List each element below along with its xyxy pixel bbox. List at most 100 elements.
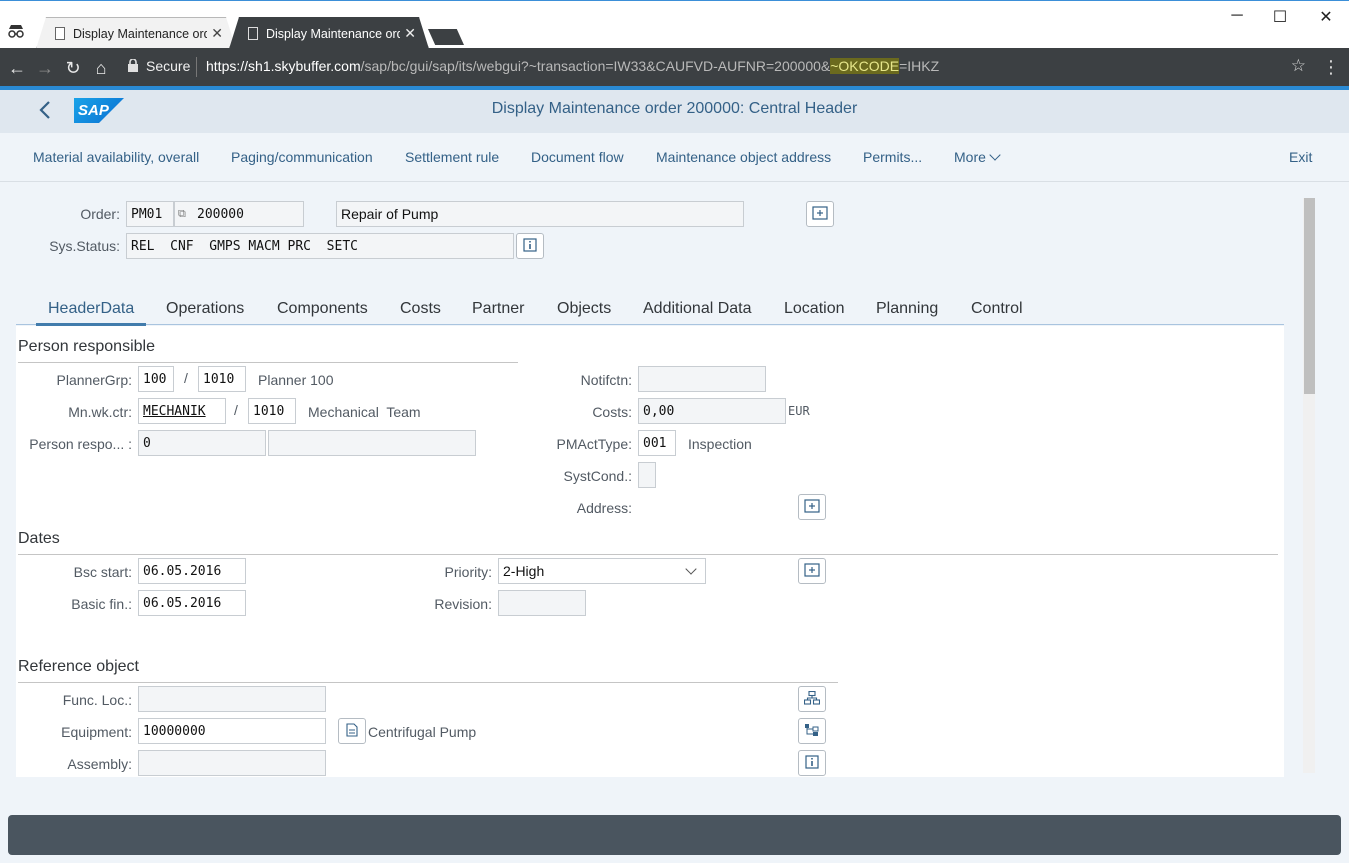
notification-field[interactable] [638, 366, 766, 392]
document-flow-button[interactable]: Document flow [531, 149, 624, 165]
revision-field[interactable] [498, 590, 586, 616]
equipment-field[interactable]: 10000000 [138, 718, 326, 744]
basic-start-field[interactable]: 06.05.2016 [138, 558, 246, 584]
person-name-field[interactable] [268, 430, 476, 456]
basic-finish-field[interactable]: 06.05.2016 [138, 590, 246, 616]
tab-costs[interactable]: Costs [400, 300, 441, 318]
status-field[interactable]: REL CNF GMPS MACM PRC SETC [126, 233, 514, 259]
planner-plant-field[interactable]: 1010 [198, 366, 246, 392]
new-tab-button[interactable] [428, 29, 464, 45]
omnibox-divider [196, 57, 197, 77]
tab-components[interactable]: Components [277, 300, 368, 318]
home-icon[interactable]: ⌂ [90, 57, 112, 79]
notification-label: Notifctn: [580, 372, 632, 388]
costs-label: Costs: [592, 404, 632, 420]
equipment-text: Centrifugal Pump [368, 724, 477, 740]
minimize-icon[interactable]: ─ [1214, 7, 1260, 27]
permits-button[interactable]: Permits... [863, 149, 922, 165]
more-button[interactable]: More [954, 149, 1001, 165]
incognito-icon [6, 23, 26, 43]
address-label: Address: [576, 500, 632, 516]
close-icon[interactable]: ✕ [211, 25, 223, 42]
currency-text: EUR [788, 404, 810, 418]
pm-activity-type-text: Inspection [688, 436, 752, 452]
tab-location[interactable]: Location [784, 300, 845, 318]
application-toolbar: Material availability, overall Paging/co… [0, 133, 1349, 182]
copy-icon: ⧉ [178, 208, 186, 220]
status-info-icon[interactable] [516, 233, 544, 259]
order-label: Order: [80, 206, 120, 222]
planner-text: Planner 100 [258, 372, 334, 388]
shell-bar: Display Maintenance order 200000: Centra… [0, 90, 1349, 133]
browser-tab-active[interactable]: Display Maintenance order 200000: Centra… [229, 17, 429, 49]
functional-location-field[interactable] [138, 686, 326, 712]
maintenance-object-address-button[interactable]: Maintenance object address [656, 149, 831, 165]
section-divider [18, 682, 838, 683]
structure-icon[interactable] [798, 718, 826, 744]
page-icon [248, 27, 258, 40]
assembly-info-icon[interactable] [798, 750, 826, 776]
browser-menu-icon[interactable]: ⋮ [1322, 57, 1340, 78]
more-label: More [954, 149, 986, 165]
costs-field[interactable]: 0,00 [638, 398, 786, 424]
exit-button[interactable]: Exit [1289, 149, 1312, 165]
material-availability-button[interactable]: Material availability, overall [33, 149, 199, 165]
browser-tab[interactable]: Display Maintenance order 200000: Centra… [36, 17, 236, 49]
long-text-icon[interactable] [806, 201, 834, 227]
page-title: Display Maintenance order 200000: Centra… [491, 100, 858, 117]
footer-bar [8, 815, 1341, 855]
reload-icon[interactable]: ↻ [62, 57, 84, 79]
url-input[interactable]: Secure https://sh1.skybuffer.com/sap/bc/… [122, 53, 1314, 81]
paging-communication-button[interactable]: Paging/communication [231, 149, 373, 165]
equipment-document-icon[interactable] [338, 718, 366, 744]
chevron-down-icon [685, 563, 697, 575]
hierarchy-icon[interactable] [798, 686, 826, 712]
tab-objects[interactable]: Objects [557, 300, 611, 318]
order-type-field[interactable]: PM01 [126, 201, 174, 227]
pm-activity-type-field[interactable]: 001 [638, 430, 676, 456]
forward-arrow-icon[interactable]: → [34, 57, 56, 79]
work-center-field[interactable]: MECHANIK [138, 398, 226, 424]
assembly-field[interactable] [138, 750, 326, 776]
window-close-icon[interactable]: ✕ [1303, 7, 1349, 27]
tab-additional-data[interactable]: Additional Data [643, 300, 752, 318]
work-center-plant-field[interactable]: 1010 [248, 398, 296, 424]
section-title-dates: Dates [18, 530, 60, 547]
system-condition-field[interactable] [638, 462, 656, 488]
tab-operations[interactable]: Operations [166, 300, 244, 318]
planner-group-field[interactable]: 100 [138, 366, 174, 392]
equipment-label: Equipment: [61, 724, 132, 740]
tab-partner[interactable]: Partner [472, 300, 524, 318]
person-responsible-field[interactable]: 0 [138, 430, 266, 456]
bookmark-star-icon[interactable]: ☆ [1291, 56, 1306, 76]
priority-value: 2-High [503, 563, 545, 579]
settlement-rule-button[interactable]: Settlement rule [405, 149, 499, 165]
address-bar: ← → ↻ ⌂ Secure https://sh1.skybuffer.com… [0, 48, 1349, 86]
work-center-text: Mechanical Team [308, 404, 421, 420]
address-icon[interactable] [798, 494, 826, 520]
priority-select[interactable]: 2-High [498, 558, 706, 584]
section-divider [18, 554, 1278, 555]
order-number-field[interactable]: 200000 [174, 201, 304, 227]
main-content: Order: PM01 200000 ⧉ Repair of Pump Sys.… [0, 182, 1349, 777]
priority-expand-icon[interactable] [798, 558, 826, 584]
back-icon[interactable] [38, 99, 52, 127]
order-description-field[interactable]: Repair of Pump [336, 201, 744, 227]
url-text: https://sh1.skybuffer.com/sap/bc/gui/sap… [206, 58, 940, 74]
maximize-icon[interactable]: ☐ [1257, 7, 1303, 27]
headerdata-panel: Person responsible PlannerGrp: 100 / 101… [16, 326, 1284, 777]
tab-planning[interactable]: Planning [876, 300, 938, 318]
close-icon[interactable]: ✕ [404, 25, 416, 42]
system-condition-label: SystCond.: [563, 468, 632, 484]
page-icon [55, 27, 65, 40]
back-arrow-icon[interactable]: ← [6, 57, 28, 79]
tab-headerdata[interactable]: HeaderData [48, 300, 134, 318]
slash-separator: / [184, 370, 188, 386]
scrollbar-thumb[interactable] [1304, 198, 1315, 394]
lock-icon [128, 58, 138, 73]
work-center-label: Mn.wk.ctr: [68, 404, 132, 420]
tab-control[interactable]: Control [971, 300, 1023, 318]
section-divider [18, 362, 518, 363]
pm-activity-type-label: PMActType: [556, 436, 632, 452]
status-label: Sys.Status: [49, 238, 120, 254]
